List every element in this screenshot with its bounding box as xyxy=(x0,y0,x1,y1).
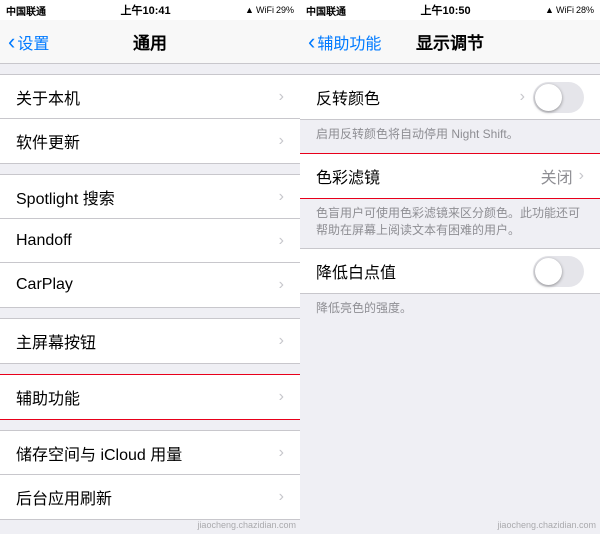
gap-2 xyxy=(0,164,300,174)
group-about: 关于本机 › 软件更新 › xyxy=(0,74,300,164)
gap-1 xyxy=(0,64,300,74)
sidebar-item-background-refresh[interactable]: 后台应用刷新 › xyxy=(0,475,300,519)
wifi-icon: WiFi xyxy=(256,5,274,15)
right-nav-title: 显示调节 xyxy=(416,29,484,54)
reduce-white-label: 降低白点值 xyxy=(316,259,525,283)
chevron-icon: › xyxy=(520,88,525,106)
right-carrier: 中国联通 xyxy=(306,3,346,18)
list-item-reduce-white[interactable]: 降低白点值 xyxy=(300,249,600,293)
gap-4 xyxy=(0,364,300,374)
toggle-knob xyxy=(535,84,562,111)
watermark-left: jiaocheng.chazidian.com xyxy=(197,520,296,530)
storage-label: 储存空间与 iCloud 用量 xyxy=(16,441,279,465)
group-storage: 储存空间与 iCloud 用量 › 后台应用刷新 › xyxy=(0,430,300,520)
invert-colors-label: 反转颜色 xyxy=(316,85,520,109)
left-back-label: 设置 xyxy=(17,30,49,54)
chevron-icon: › xyxy=(279,188,284,206)
signal-icon: ▲ xyxy=(245,5,254,15)
chevron-icon: › xyxy=(279,232,284,250)
color-filter-value: 关闭 xyxy=(541,164,573,188)
handoff-label: Handoff xyxy=(16,232,279,250)
sidebar-item-accessibility[interactable]: 辅助功能 › xyxy=(0,375,300,419)
chevron-icon: › xyxy=(279,276,284,294)
group-invert: 反转颜色 › xyxy=(300,74,600,120)
back-chevron-icon: ‹ xyxy=(8,31,15,53)
left-carrier: 中国联通 xyxy=(6,3,46,18)
carplay-label: CarPlay xyxy=(16,276,279,294)
left-time: 上午10:41 xyxy=(120,2,170,18)
background-refresh-label: 后台应用刷新 xyxy=(16,485,279,509)
home-button-label: 主屏幕按钮 xyxy=(16,329,279,353)
sidebar-item-carplay[interactable]: CarPlay › xyxy=(0,263,300,307)
wifi-icon: WiFi xyxy=(556,5,574,15)
gap-5 xyxy=(0,420,300,430)
chevron-icon: › xyxy=(579,167,584,185)
group-color-filter: 色彩滤镜 关闭 › xyxy=(300,153,600,199)
right-back-label: 辅助功能 xyxy=(317,30,381,54)
group-accessibility: 辅助功能 › xyxy=(0,374,300,420)
software-update-label: 软件更新 xyxy=(16,129,279,153)
sidebar-item-home-button[interactable]: 主屏幕按钮 › xyxy=(0,319,300,363)
reduce-white-desc: 降低亮色的强度。 xyxy=(300,294,600,327)
left-panel: 中国联通 上午10:41 ▲ WiFi 29% ‹ 设置 通用 关于本机 › 软… xyxy=(0,0,300,534)
watermark-right: jiaocheng.chazidian.com xyxy=(497,520,596,530)
color-filter-label: 色彩滤镜 xyxy=(316,164,541,188)
right-icons: ▲ WiFi 28% xyxy=(545,5,594,15)
list-item-color-filter[interactable]: 色彩滤镜 关闭 › xyxy=(300,154,600,198)
chevron-icon: › xyxy=(279,88,284,106)
chevron-icon: › xyxy=(279,132,284,150)
left-nav-bar: ‹ 设置 通用 xyxy=(0,20,300,64)
group-spotlight: Spotlight 搜索 › Handoff › CarPlay › xyxy=(0,174,300,308)
group-home: 主屏幕按钮 › xyxy=(0,318,300,364)
spotlight-label: Spotlight 搜索 xyxy=(16,185,279,209)
invert-colors-desc: 启用反转颜色将自动停用 Night Shift。 xyxy=(300,120,600,153)
sidebar-item-storage[interactable]: 储存空间与 iCloud 用量 › xyxy=(0,431,300,475)
back-chevron-icon: ‹ xyxy=(308,31,315,53)
right-panel: 中国联通 上午10:50 ▲ WiFi 28% ‹ 辅助功能 显示调节 反转颜色… xyxy=(300,0,600,534)
sidebar-item-spotlight[interactable]: Spotlight 搜索 › xyxy=(0,175,300,219)
accessibility-label: 辅助功能 xyxy=(16,385,279,409)
right-gap-1 xyxy=(300,64,600,74)
about-label: 关于本机 xyxy=(16,85,279,109)
chevron-icon: › xyxy=(279,444,284,462)
left-status-bar: 中国联通 上午10:41 ▲ WiFi 29% xyxy=(0,0,300,20)
right-status-bar: 中国联通 上午10:50 ▲ WiFi 28% xyxy=(300,0,600,20)
sidebar-item-about[interactable]: 关于本机 › xyxy=(0,75,300,119)
battery-icon: 28% xyxy=(576,5,594,15)
chevron-icon: › xyxy=(279,332,284,350)
chevron-icon: › xyxy=(279,488,284,506)
left-nav-title: 通用 xyxy=(133,29,167,54)
chevron-icon: › xyxy=(279,388,284,406)
gap-3 xyxy=(0,308,300,318)
left-back-button[interactable]: ‹ 设置 xyxy=(8,30,49,54)
left-icons: ▲ WiFi 29% xyxy=(245,5,294,15)
right-nav-bar: ‹ 辅助功能 显示调节 xyxy=(300,20,600,64)
signal-icon: ▲ xyxy=(545,5,554,15)
group-reduce-white: 降低白点值 xyxy=(300,248,600,294)
right-time: 上午10:50 xyxy=(420,2,470,18)
battery-icon: 29% xyxy=(276,5,294,15)
sidebar-item-handoff[interactable]: Handoff › xyxy=(0,219,300,263)
right-back-button[interactable]: ‹ 辅助功能 xyxy=(308,30,381,54)
reduce-white-toggle[interactable] xyxy=(533,256,584,287)
toggle-knob xyxy=(535,258,562,285)
sidebar-item-software-update[interactable]: 软件更新 › xyxy=(0,119,300,163)
invert-colors-toggle[interactable] xyxy=(533,82,584,113)
list-item-invert-colors[interactable]: 反转颜色 › xyxy=(300,75,600,119)
color-filter-desc: 色盲用户可使用色彩滤镜来区分颜色。此功能还可帮助在屏幕上阅读文本有困难的用户。 xyxy=(300,199,600,249)
